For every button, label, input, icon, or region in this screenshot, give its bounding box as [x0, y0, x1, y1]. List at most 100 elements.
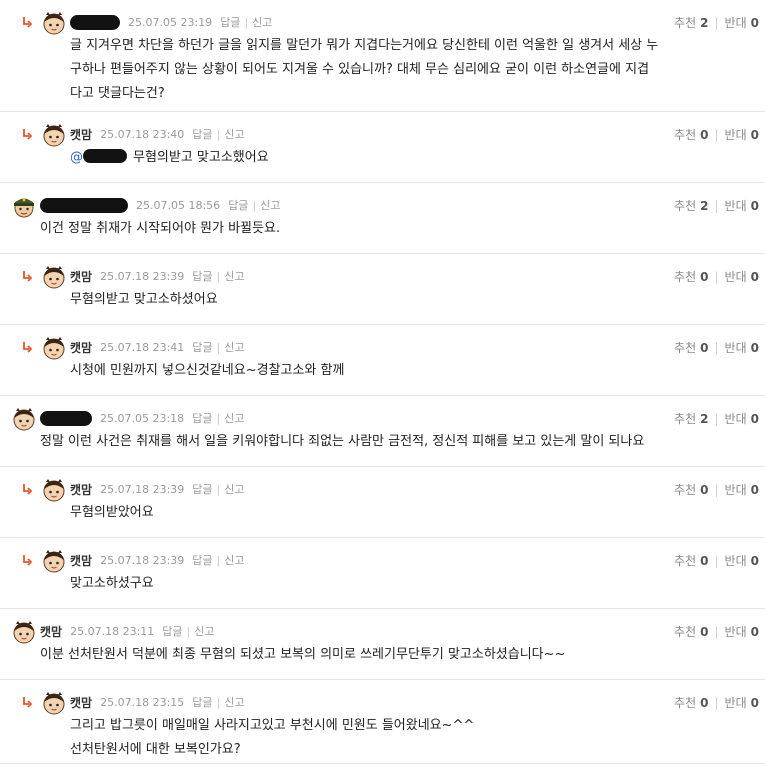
cat-avatar-icon[interactable]	[12, 620, 36, 644]
reply-comment: 캣맘 25.07.18 23:15 답글 | 신고 추천 0 | 반대 0 그리고 밥그릇이 매일매…	[0, 680, 765, 764]
oppose-count: 0	[750, 198, 759, 213]
recommend-count: 0	[700, 127, 709, 142]
reply-arrow-icon	[22, 126, 33, 140]
meta-divider: |	[216, 553, 221, 567]
report-link[interactable]: 신고	[224, 694, 244, 710]
oppose-button[interactable]: 반대	[725, 197, 747, 214]
reply-comment: 캣맘 25.07.18 23:39 답글 | 신고 추천 0 | 반대 0 무혐의받았어요	[0, 467, 765, 538]
recommend-button[interactable]: 추천	[674, 268, 696, 285]
report-link[interactable]: 신고	[224, 339, 244, 355]
reply-link[interactable]: 답글	[192, 694, 212, 710]
author-nickname-redacted[interactable]	[70, 14, 120, 30]
reply-arrow-icon	[22, 552, 33, 566]
report-link[interactable]: 신고	[224, 268, 244, 284]
author-nickname[interactable]: 캣맘	[70, 481, 92, 498]
oppose-button[interactable]: 반대	[725, 14, 747, 31]
comment-text: 무혐의받았어요	[70, 505, 154, 520]
vote-divider: |	[714, 269, 719, 284]
vote-divider: |	[714, 553, 719, 568]
cat-avatar-icon[interactable]	[42, 11, 66, 35]
reply-link[interactable]: 답글	[192, 268, 212, 284]
recommend-count: 0	[700, 340, 709, 355]
author-nickname[interactable]: 캣맘	[70, 268, 92, 285]
report-link[interactable]: 신고	[224, 481, 244, 497]
vote-counts: 추천 0 | 반대 0	[674, 694, 759, 711]
report-link[interactable]: 신고	[224, 552, 244, 568]
comment-date: 25.07.18 23:39	[100, 269, 185, 283]
author-nickname[interactable]: 캣맘	[40, 623, 62, 640]
recommend-button[interactable]: 추천	[674, 623, 696, 640]
recommend-button[interactable]: 추천	[674, 126, 696, 143]
oppose-button[interactable]: 반대	[725, 481, 747, 498]
comment-date: 25.07.18 23:41	[100, 340, 185, 354]
cat-avatar-icon[interactable]	[42, 265, 66, 289]
report-link[interactable]: 신고	[194, 623, 214, 639]
cat-avatar-icon[interactable]	[42, 478, 66, 502]
report-link[interactable]: 신고	[224, 126, 244, 142]
cat-avatar-icon[interactable]	[42, 336, 66, 360]
vote-divider: |	[714, 15, 719, 30]
meta-divider: |	[216, 269, 221, 283]
author-nickname[interactable]: 캣맘	[70, 126, 92, 143]
recommend-button[interactable]: 추천	[674, 410, 696, 427]
comment-text: 이분 선처탄원서 덕분에 최종 무혐의 되셨고 보복의 의미로 쓰레기무단투기 …	[40, 647, 566, 662]
author-nickname-redacted[interactable]	[40, 410, 92, 426]
recommend-button[interactable]: 추천	[674, 694, 696, 711]
recommend-button[interactable]: 추천	[674, 14, 696, 31]
author-nickname[interactable]: 캣맘	[70, 339, 92, 356]
oppose-button[interactable]: 반대	[725, 623, 747, 640]
oppose-count: 0	[750, 269, 759, 284]
cat-avatar-icon[interactable]	[42, 549, 66, 573]
recommend-button[interactable]: 추천	[674, 552, 696, 569]
comment-meta: 25.07.05 23:18 답글 | 신고	[40, 409, 244, 427]
author-nickname-redacted[interactable]	[40, 197, 128, 213]
vote-counts: 추천 0 | 반대 0	[674, 268, 759, 285]
oppose-button[interactable]: 반대	[725, 694, 747, 711]
oppose-button[interactable]: 반대	[725, 552, 747, 569]
report-link[interactable]: 신고	[260, 197, 280, 213]
recommend-button[interactable]: 추천	[674, 197, 696, 214]
comment-meta: 캣맘 25.07.18 23:39 답글 | 신고	[70, 551, 245, 569]
cat-avatar-icon[interactable]	[42, 123, 66, 147]
oppose-button[interactable]: 반대	[725, 339, 747, 356]
oppose-button[interactable]: 반대	[725, 126, 747, 143]
reply-arrow-icon	[22, 14, 33, 28]
reply-link[interactable]: 답글	[192, 481, 212, 497]
reply-link[interactable]: 답글	[192, 410, 212, 426]
reply-link[interactable]: 답글	[220, 14, 240, 30]
oppose-count: 0	[750, 15, 759, 30]
vote-counts: 추천 0 | 반대 0	[674, 339, 759, 356]
recommend-button[interactable]: 추천	[674, 481, 696, 498]
reply-link[interactable]: 답글	[228, 197, 248, 213]
meta-divider: |	[216, 340, 221, 354]
cat-avatar-icon[interactable]	[42, 691, 66, 715]
recommend-count: 2	[700, 15, 709, 30]
military-avatar-icon[interactable]	[12, 194, 36, 218]
reply-link[interactable]: 답글	[192, 339, 212, 355]
author-nickname[interactable]: 캣맘	[70, 552, 92, 569]
meta-divider: |	[244, 15, 249, 29]
vote-divider: |	[714, 482, 719, 497]
oppose-button[interactable]: 반대	[725, 410, 747, 427]
comment-date: 25.07.18 23:39	[100, 553, 185, 567]
reply-arrow-icon	[22, 339, 33, 353]
cat-avatar-icon[interactable]	[12, 407, 36, 431]
vote-counts: 추천 0 | 반대 0	[674, 481, 759, 498]
vote-counts: 추천 2 | 반대 0	[674, 14, 759, 31]
author-nickname[interactable]: 캣맘	[70, 694, 92, 711]
comment-meta: 25.07.05 18:56 답글 | 신고	[40, 196, 280, 214]
mention-link[interactable]: @	[70, 150, 83, 165]
recommend-button[interactable]: 추천	[674, 339, 696, 356]
reply-link[interactable]: 답글	[192, 126, 212, 142]
comment-meta: 캣맘 25.07.18 23:40 답글 | 신고	[70, 125, 245, 143]
report-link[interactable]: 신고	[224, 410, 244, 426]
comment-date: 25.07.18 23:15	[100, 695, 185, 709]
report-link[interactable]: 신고	[252, 14, 272, 30]
oppose-count: 0	[750, 127, 759, 142]
recommend-count: 0	[700, 624, 709, 639]
oppose-button[interactable]: 반대	[725, 268, 747, 285]
reply-link[interactable]: 답글	[162, 623, 182, 639]
reply-link[interactable]: 답글	[192, 552, 212, 568]
reply-comment: 캣맘 25.07.18 23:40 답글 | 신고 추천 0 | 반대 0 @ 무혐의받고 맞고소했어…	[0, 112, 765, 183]
comment-text: 시청에 민원까지 넣으신것같네요~경찰고소와 함께	[70, 363, 345, 378]
